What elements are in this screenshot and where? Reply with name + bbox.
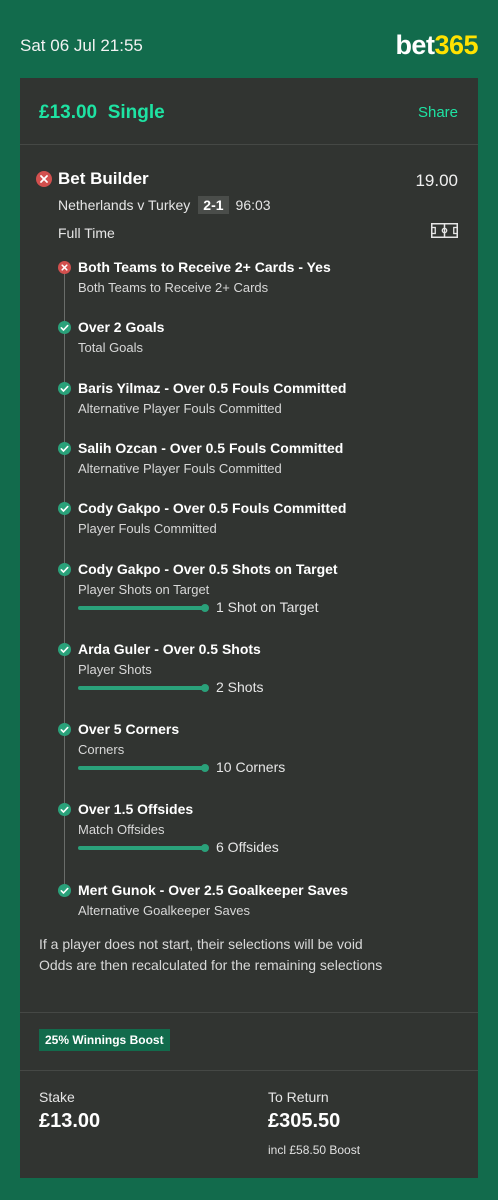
progress-label: 10 Corners [216,759,286,775]
bet-card-header: £13.00 Single Share [20,78,478,145]
selection-title: Arda Guler - Over 0.5 Shots [78,641,261,657]
selections-timeline [64,271,65,886]
progress-bar [78,844,209,852]
selection-market: Alternative Player Fouls Committed [78,401,282,416]
progress-bar [78,604,209,612]
bet-card: £13.00 Single Share Bet Builder 19.00 Ne… [20,78,478,1178]
cross-circle-icon [36,171,52,187]
selection-market: Total Goals [78,340,144,355]
bet-odds: 19.00 [415,171,458,190]
match-clock: 96:03 [235,197,271,213]
match-info[interactable]: Netherlands v Turkey 2-1 96:03 [58,196,271,214]
progress-bar [78,764,209,772]
bet-type: Single [107,102,165,123]
recalc-note: Odds are then recalculated for the remai… [39,957,383,973]
progress-label: 2 Shots [216,679,264,695]
check-circle-icon [58,502,71,515]
progress-label: 1 Shot on Target [216,599,319,615]
selection-market: Corners [78,742,125,757]
status-bar: Sat 06 Jul 21:55 bet365 [0,0,498,78]
return-value: £305.50 [268,1110,341,1132]
selection-market: Player Shots on Target [78,582,210,597]
check-circle-icon [58,884,71,897]
boost-included-note: incl £58.50 Boost [268,1143,361,1157]
bet-builder-title: Bet Builder [58,169,149,188]
selection-market: Match Offsides [78,822,165,837]
check-circle-icon [58,442,71,455]
bet-stake-type: £13.00 Single [39,102,165,124]
datetime: Sat 06 Jul 21:55 [20,36,143,55]
void-note: If a player does not start, their select… [39,936,363,952]
selection-market: Alternative Player Fouls Committed [78,461,282,476]
selection-title: Both Teams to Receive 2+ Cards - Yes [78,259,331,275]
selection-market: Player Fouls Committed [78,521,217,536]
match-score: 2-1 [198,196,229,214]
check-circle-icon [58,643,71,656]
progress-label: 6 Offsides [216,839,279,855]
progress-bar [78,684,209,692]
check-circle-icon [58,803,71,816]
bet365-logo: bet365 [395,30,478,60]
selection-market: Player Shots [78,662,152,677]
return-label: To Return [268,1089,329,1105]
match-status: Full Time [58,225,115,241]
stake-label: Stake [39,1089,75,1105]
check-circle-icon [58,382,71,395]
share-button[interactable]: Share [418,104,458,121]
cross-circle-icon [58,261,71,274]
selection-title: Cody Gakpo - Over 0.5 Fouls Committed [78,500,347,516]
check-circle-icon [58,563,71,576]
selection-title: Cody Gakpo - Over 0.5 Shots on Target [78,561,338,577]
selection-title: Over 2 Goals [78,319,165,335]
selection-title: Mert Gunok - Over 2.5 Goalkeeper Saves [78,882,349,898]
divider [20,1012,478,1013]
bet-amount: £13.00 [39,102,98,123]
divider [20,1070,478,1071]
match-name: Netherlands v Turkey [58,197,191,213]
selection-title: Salih Ozcan - Over 0.5 Fouls Committed [78,440,344,456]
selection-market: Alternative Goalkeeper Saves [78,903,250,918]
pitch-icon[interactable] [431,223,458,238]
check-circle-icon [58,321,71,334]
selection-title: Over 5 Corners [78,721,180,737]
selection-title: Over 1.5 Offsides [78,801,194,817]
stake-value: £13.00 [39,1110,101,1132]
selection-title: Baris Yilmaz - Over 0.5 Fouls Committed [78,380,347,396]
check-circle-icon [58,723,71,736]
winnings-boost-badge: 25% Winnings Boost [39,1029,170,1051]
selection-market: Both Teams to Receive 2+ Cards [78,280,269,295]
